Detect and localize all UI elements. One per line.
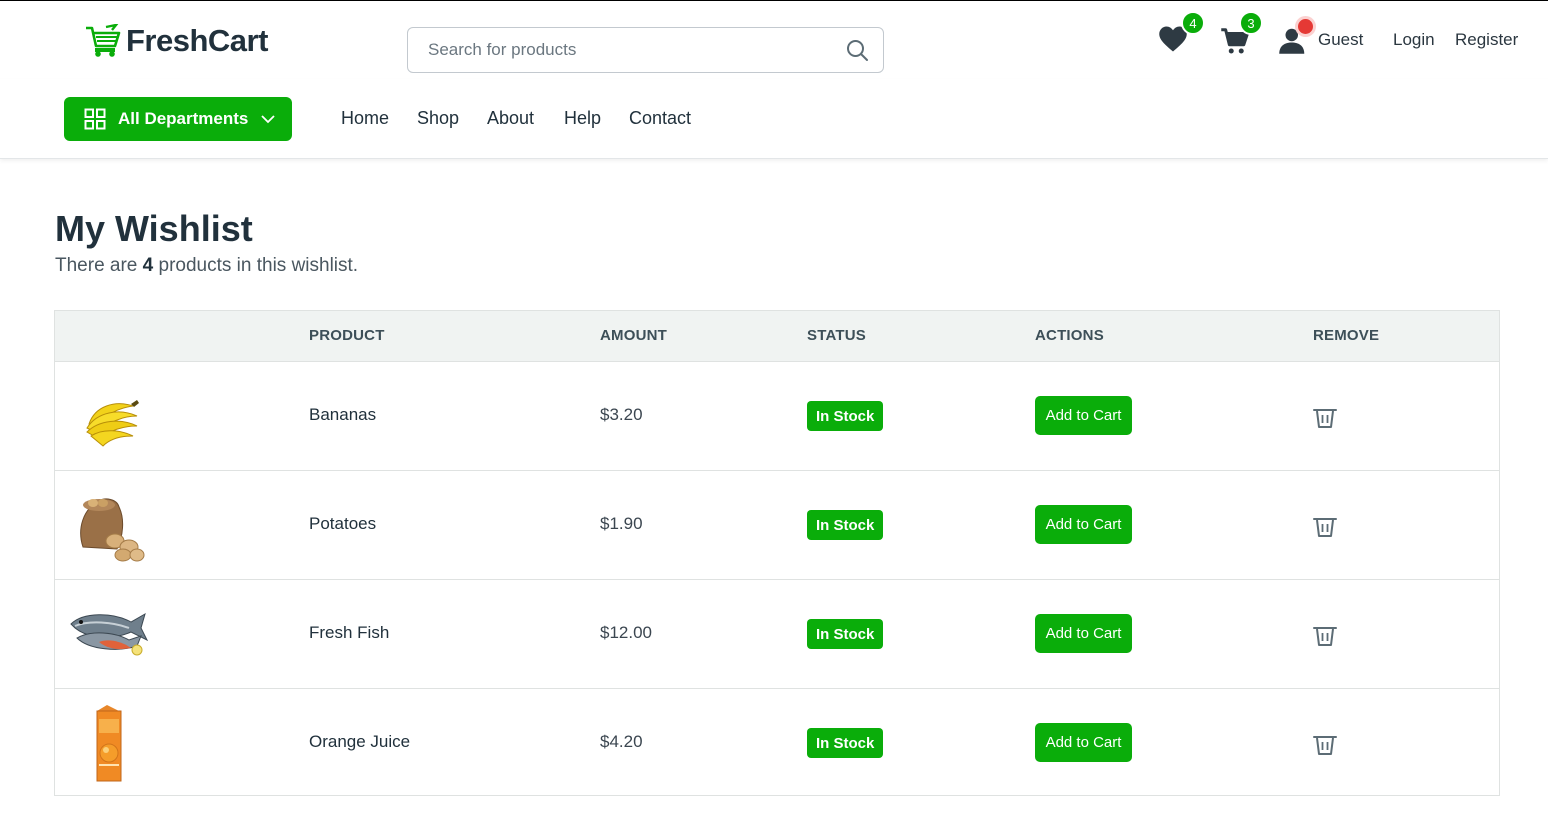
table-row: Potatoes $1.90 In Stock Add to Cart bbox=[55, 470, 1499, 579]
add-to-cart-button[interactable]: Add to Cart bbox=[1035, 723, 1132, 762]
product-name[interactable]: Bananas bbox=[309, 405, 376, 425]
product-amount: $3.20 bbox=[600, 405, 643, 424]
cart-logo-icon bbox=[86, 24, 121, 57]
guest-label: Guest bbox=[1318, 30, 1364, 49]
chevron-down-icon bbox=[261, 115, 276, 124]
wishlist-summary: There are 4 products in this wishlist. bbox=[55, 255, 358, 277]
wishlist-count-badge: 4 bbox=[1181, 11, 1205, 35]
status-badge: In Stock bbox=[807, 619, 884, 649]
summary-suffix: products in this wishlist. bbox=[153, 255, 359, 276]
search-input[interactable] bbox=[428, 40, 845, 60]
potatoes-image bbox=[80, 498, 145, 562]
wishlist-table: PRODUCT AMOUNT STATUS ACTIONS REMOVE Ban… bbox=[54, 310, 1500, 796]
status-badge: In Stock bbox=[807, 401, 884, 431]
orange-juice-image bbox=[96, 705, 122, 782]
add-to-cart-button[interactable]: Add to Cart bbox=[1035, 505, 1132, 544]
product-name[interactable]: Potatoes bbox=[309, 514, 376, 534]
status-badge: In Stock bbox=[807, 728, 884, 758]
nav-home[interactable]: Home bbox=[341, 108, 389, 129]
logo[interactable]: FreshCart bbox=[84, 23, 268, 59]
table-row: Fresh Fish $12.00 In Stock Add to Cart bbox=[55, 579, 1499, 688]
status-badge: In Stock bbox=[807, 510, 884, 540]
nav-help[interactable]: Help bbox=[564, 108, 601, 129]
register-link[interactable]: Register bbox=[1455, 30, 1518, 50]
all-departments-label: All Departments bbox=[118, 109, 249, 128]
table-header: PRODUCT AMOUNT STATUS ACTIONS REMOVE bbox=[55, 311, 1499, 361]
page-title: My Wishlist bbox=[55, 208, 253, 249]
trash-icon[interactable] bbox=[1312, 733, 1338, 757]
trash-icon[interactable] bbox=[1312, 624, 1338, 648]
trash-icon[interactable] bbox=[1312, 515, 1338, 539]
add-to-cart-button[interactable]: Add to Cart bbox=[1035, 396, 1132, 435]
cart-count-badge: 3 bbox=[1239, 11, 1263, 35]
all-departments-button[interactable]: All Departments bbox=[64, 97, 292, 141]
header-amount: AMOUNT bbox=[600, 327, 668, 344]
trash-icon[interactable] bbox=[1312, 406, 1338, 430]
notification-dot bbox=[1298, 19, 1313, 34]
bananas-image bbox=[86, 400, 139, 447]
search-icon[interactable] bbox=[845, 38, 869, 62]
product-amount: $1.90 bbox=[600, 514, 643, 533]
brand-name: FreshCart bbox=[126, 23, 268, 58]
fish-image bbox=[70, 612, 149, 656]
product-name[interactable]: Fresh Fish bbox=[309, 623, 389, 643]
table-row: Bananas $3.20 In Stock Add to Cart bbox=[55, 361, 1499, 470]
nav-contact[interactable]: Contact bbox=[629, 108, 691, 129]
main-navbar: All Departments Home Shop About Help Con… bbox=[0, 79, 1548, 159]
add-to-cart-button[interactable]: Add to Cart bbox=[1035, 614, 1132, 653]
header-remove: REMOVE bbox=[1313, 327, 1380, 344]
login-link[interactable]: Login bbox=[1393, 30, 1435, 50]
table-row: Orange Juice $4.20 In Stock Add to Cart bbox=[55, 688, 1499, 797]
summary-prefix: There are bbox=[55, 255, 143, 276]
product-amount: $12.00 bbox=[600, 623, 652, 642]
search-box bbox=[407, 27, 884, 73]
summary-count: 4 bbox=[142, 255, 154, 276]
product-amount: $4.20 bbox=[600, 732, 643, 751]
nav-about[interactable]: About bbox=[487, 108, 534, 129]
grid-icon bbox=[84, 108, 106, 130]
header-product: PRODUCT bbox=[309, 327, 385, 344]
top-header: FreshCart 4 3 Guest Login Register bbox=[0, 1, 1548, 79]
nav-shop[interactable]: Shop bbox=[417, 108, 459, 129]
header-actions: ACTIONS bbox=[1035, 327, 1104, 344]
header-status: STATUS bbox=[807, 327, 866, 344]
product-name[interactable]: Orange Juice bbox=[309, 732, 410, 752]
